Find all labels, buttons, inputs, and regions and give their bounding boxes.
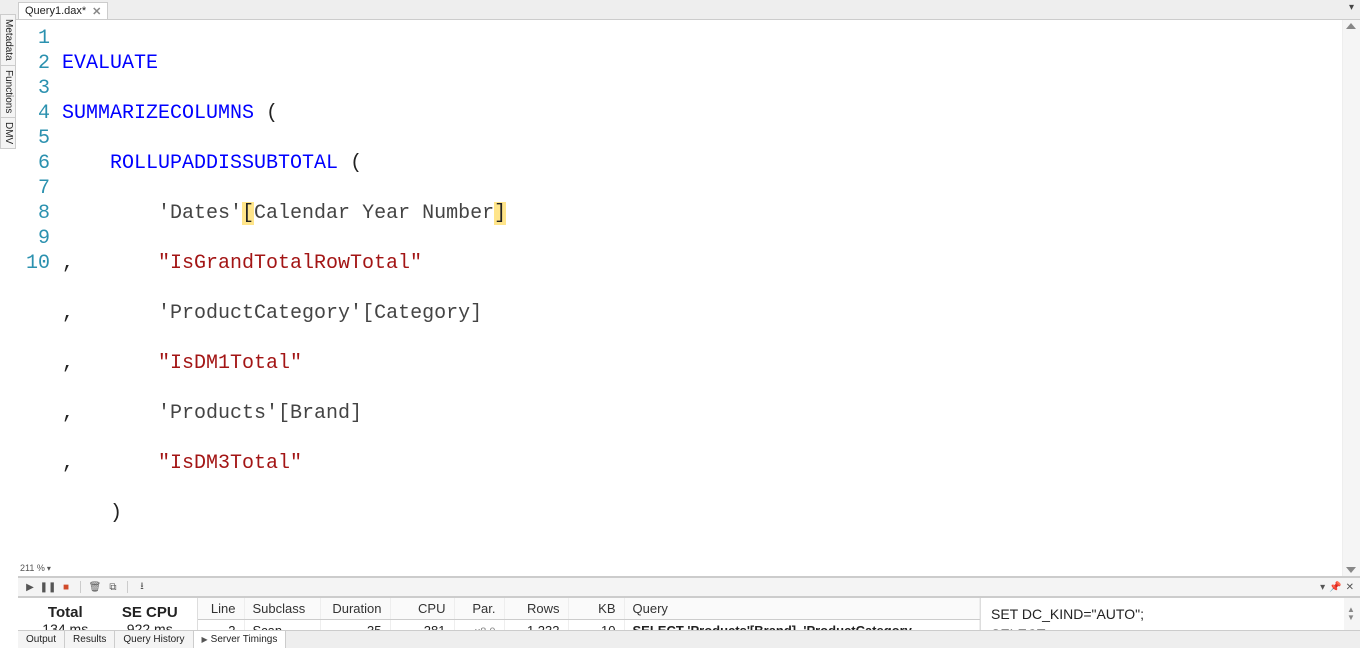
close-panel-icon[interactable]: ✕ — [1346, 582, 1354, 593]
side-tab-rail: Metadata Functions DMV — [0, 14, 16, 148]
tab-overflow-button[interactable]: ▾ — [1343, 0, 1360, 19]
secpu-label: SE CPU — [113, 604, 188, 621]
code-content: EVALUATE SUMMARIZECOLUMNS ( ROLLUPADDISS… — [58, 20, 1342, 576]
play-icon[interactable]: ▶ — [24, 581, 36, 593]
pin-icon[interactable]: 📌 — [1329, 582, 1341, 593]
close-icon[interactable]: ✕ — [92, 5, 101, 18]
dropdown-icon[interactable]: ▾ — [1320, 582, 1325, 593]
detail-vertical-scrollbar[interactable] — [1344, 598, 1360, 630]
copy-icon[interactable]: ⧉ — [107, 581, 119, 593]
code-editor[interactable]: 1 2 3 4 5 6 7 8 9 10 EVALUATE SUMMARIZEC… — [18, 20, 1360, 576]
clear-icon[interactable]: 🗑 — [89, 581, 101, 593]
tab-server-timings[interactable]: ▶Server Timings — [194, 631, 287, 648]
side-tab-metadata[interactable]: Metadata — [0, 14, 16, 66]
grid-header-row[interactable]: Line Subclass Duration CPU Par. Rows KB … — [198, 598, 980, 620]
export-icon[interactable]: ⭳ — [136, 581, 148, 593]
scan-grid: Line Subclass Duration CPU Par. Rows KB … — [198, 598, 980, 630]
editor-vertical-scrollbar[interactable] — [1342, 20, 1360, 576]
tab-query-history[interactable]: Query History — [115, 631, 193, 648]
query-detail-panel: SET DC_KIND="AUTO"; SELECT COUNT ( ) FRO… — [980, 598, 1360, 630]
stop-icon[interactable]: ■ — [60, 581, 72, 593]
zoom-indicator[interactable]: 211 %▾ — [18, 560, 51, 576]
side-tab-functions[interactable]: Functions — [0, 65, 16, 118]
chevron-down-icon: ▾ — [47, 564, 51, 573]
pause-icon[interactable]: ❚❚ — [42, 581, 54, 593]
play-icon: ▶ — [202, 635, 208, 644]
total-label: Total — [28, 604, 103, 621]
side-tab-dmv[interactable]: DMV — [0, 117, 16, 149]
line-number-gutter: 1 2 3 4 5 6 7 8 9 10 — [18, 20, 58, 576]
document-tab[interactable]: Query1.dax* ✕ — [18, 2, 108, 19]
tab-output[interactable]: Output — [18, 631, 65, 648]
stats-panel: Total 134 ms SE CPU 922 ms x7.3 FE 7 ms … — [18, 598, 198, 630]
document-tab-title: Query1.dax* — [25, 5, 86, 17]
document-tabstrip: Query1.dax* ✕ ▾ — [0, 0, 1360, 20]
timings-toolbar: ▶ ❚❚ ■ 🗑 ⧉ ⭳ ▾ 📌 ✕ — [18, 577, 1360, 597]
tab-results[interactable]: Results — [65, 631, 115, 648]
bottom-tabstrip: Output Results Query History ▶Server Tim… — [18, 630, 1360, 648]
